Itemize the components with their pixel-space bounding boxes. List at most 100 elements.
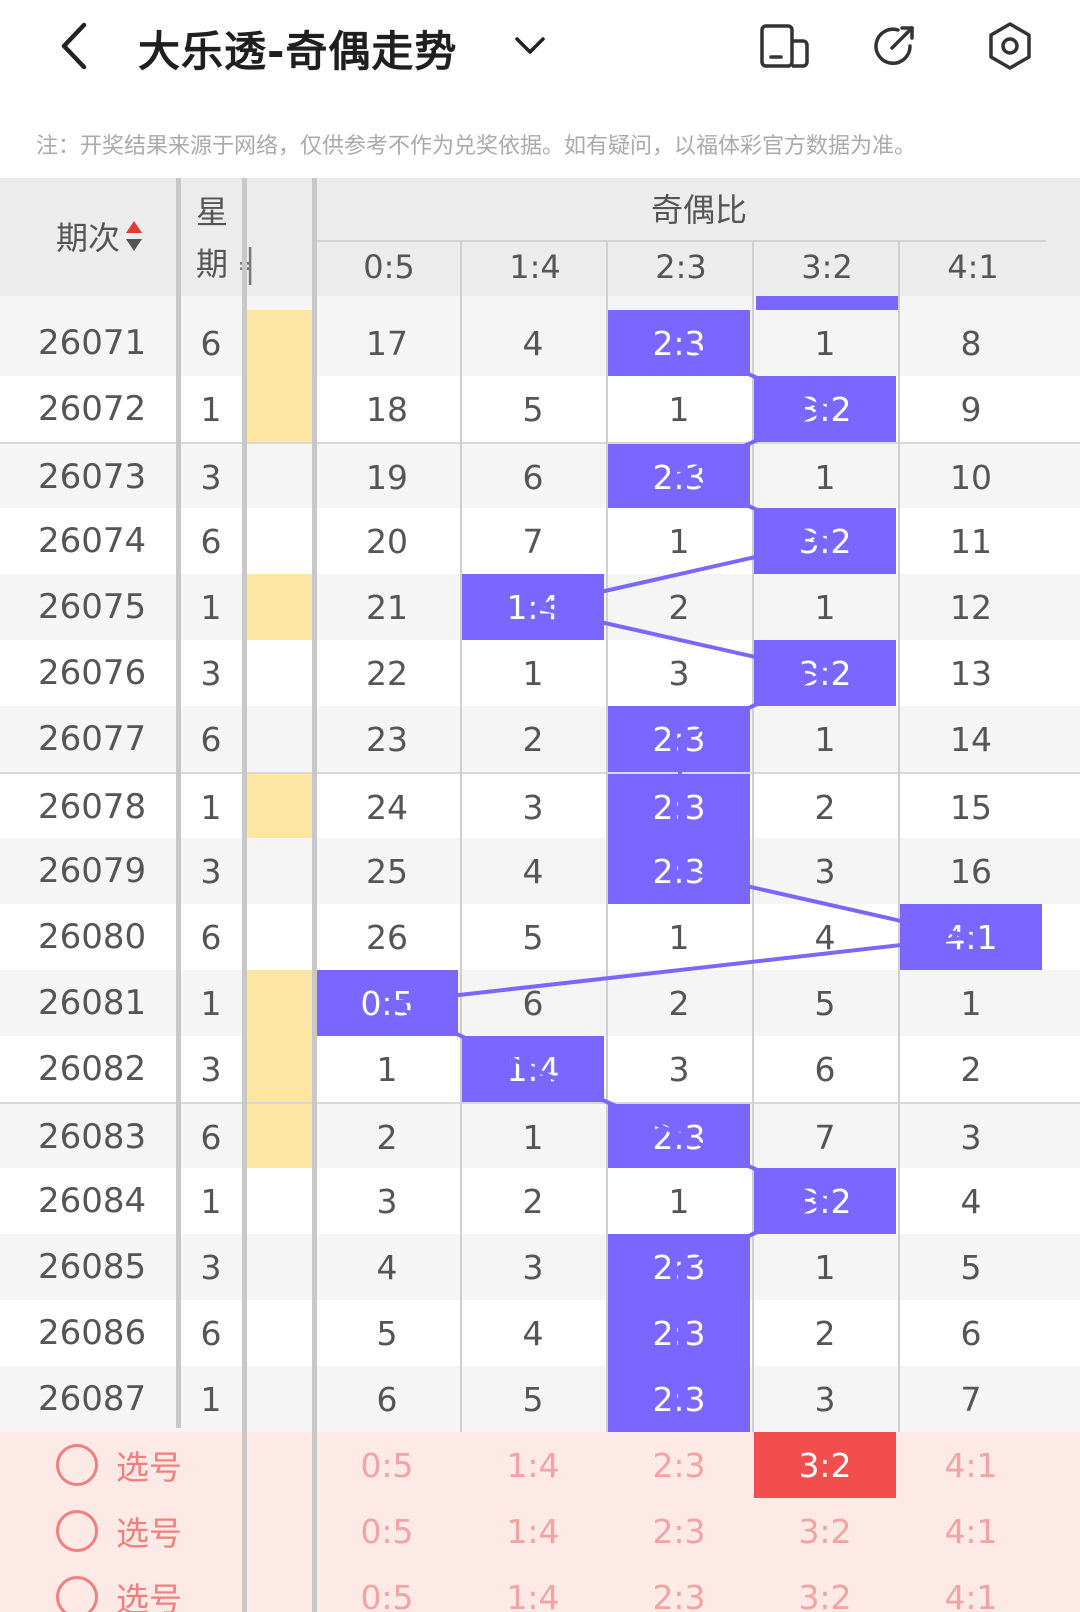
ratio-miss-cell: 4 <box>522 851 544 891</box>
ratio-hit-cell: 1:4 <box>462 1036 604 1102</box>
ratio-miss-cell: 4 <box>522 323 544 363</box>
radio-circle-icon[interactable] <box>56 1510 98 1552</box>
ratio-miss-cell: 23 <box>366 719 408 759</box>
issue-header-label: 期次 <box>55 219 120 257</box>
column-separator <box>606 240 608 1612</box>
week-cell: 6 <box>200 1313 222 1353</box>
back-button[interactable] <box>44 16 104 76</box>
ratio-hit-cell: 2:3 <box>608 444 750 510</box>
table-row: 26079 3 25 4 2:3 3 16 <box>0 838 1080 904</box>
ratio-miss-cell: 5 <box>376 1313 398 1353</box>
ratio-miss-cell: 1 <box>522 653 544 693</box>
ratio-hit-cell: 2:3 <box>608 1300 750 1366</box>
column-separator <box>460 240 462 1612</box>
ratio-miss-cell: 20 <box>366 521 408 561</box>
ratio-hit-cell: 2:3 <box>608 310 750 376</box>
hidden-column-cell <box>247 444 312 510</box>
pick-ratio-option[interactable]: 3:2 <box>754 1498 896 1564</box>
ratio-miss-cell: 2 <box>668 983 690 1023</box>
radio-circle-icon[interactable] <box>56 1444 98 1486</box>
ratio-miss-cell: 1 <box>376 1049 398 1089</box>
table-row: 26072 1 18 5 1 3:2 9 <box>0 376 1080 442</box>
table-row: 26087 1 6 5 2:3 3 7 <box>0 1366 1080 1432</box>
ratio-miss-cell: 2 <box>522 1181 544 1221</box>
ratio-miss-cell: 24 <box>366 787 408 827</box>
table-row: 26084 1 3 2 1 3:2 4 <box>0 1168 1080 1234</box>
ratio-miss-cell: 7 <box>960 1379 982 1419</box>
ratio-miss-cell: 5 <box>522 389 544 429</box>
ratio-miss-cell: 2 <box>376 1117 398 1157</box>
pick-ratio-option[interactable]: 2:3 <box>608 1498 750 1564</box>
issue-cell: 26075 <box>38 587 147 627</box>
ratio-miss-cell: 16 <box>950 851 992 891</box>
pick-selector[interactable]: 选号 <box>56 1498 226 1564</box>
issue-cell: 26073 <box>38 457 147 497</box>
hidden-column-cell <box>247 508 312 574</box>
hidden-column-cell <box>247 310 312 376</box>
ratio-miss-cell: 10 <box>950 457 992 497</box>
issue-cell: 26071 <box>38 323 147 363</box>
ratio-miss-cell: 8 <box>960 323 982 363</box>
issue-cell: 26079 <box>38 851 147 891</box>
issue-cell: 26085 <box>38 1247 147 1287</box>
ratio-miss-cell: 7 <box>814 1117 836 1157</box>
pick-ratio-option[interactable]: 4:1 <box>900 1564 1042 1612</box>
pick-ratio-option[interactable]: 2:3 <box>608 1564 750 1612</box>
week-cell: 3 <box>200 653 222 693</box>
ratio-miss-cell: 2 <box>668 587 690 627</box>
layout-toggle-button[interactable] <box>754 16 814 76</box>
ratio-miss-cell: 1 <box>668 917 690 957</box>
pick-ratio-option[interactable]: 1:4 <box>462 1564 604 1612</box>
ratio-miss-cell: 5 <box>814 983 836 1023</box>
issue-column-header[interactable]: 期次 <box>40 208 160 264</box>
ratio-miss-cell: 6 <box>376 1379 398 1419</box>
ratio-column-divider <box>312 178 317 1612</box>
pick-ratio-option[interactable]: 3:2 <box>754 1564 896 1612</box>
pick-ratio-option[interactable]: 1:4 <box>462 1432 604 1498</box>
ratio-miss-cell: 1 <box>814 587 836 627</box>
ratio-hit-cell: 2:3 <box>608 706 750 772</box>
column-separator <box>752 240 754 1612</box>
ratio-miss-cell: 5 <box>960 1247 982 1287</box>
pick-label: 选号 <box>116 1514 182 1553</box>
title-dropdown-button[interactable] <box>505 24 555 68</box>
ratio-hit-cell: 2:3 <box>608 1104 750 1170</box>
week-cell: 6 <box>200 323 222 363</box>
week-cell: 3 <box>200 457 222 497</box>
week-cell: 6 <box>200 917 222 957</box>
hidden-column-cell <box>247 774 312 840</box>
trend-table: 期次 星期 奇偶比 0:5 1:4 2:3 3:2 4:1 ╡ 26071 6 17 4 2:3… <box>0 178 1080 1612</box>
pick-ratio-option[interactable]: 4:1 <box>900 1498 1042 1564</box>
pick-ratio-option[interactable]: 3:2 <box>754 1432 896 1498</box>
pick-ratio-option[interactable]: 2:3 <box>608 1432 750 1498</box>
pick-ratio-option[interactable]: 1:4 <box>462 1498 604 1564</box>
share-button[interactable] <box>864 16 924 76</box>
column-separator <box>898 240 900 1612</box>
pick-selector[interactable]: 选号 <box>56 1564 226 1612</box>
ratio-miss-cell: 4 <box>376 1247 398 1287</box>
pick-ratio-option[interactable]: 4:1 <box>900 1432 1042 1498</box>
ratio-miss-cell: 3 <box>960 1117 982 1157</box>
radio-circle-icon[interactable] <box>56 1576 98 1612</box>
ratio-miss-cell: 12 <box>950 587 992 627</box>
pick-ratio-option[interactable]: 0:5 <box>316 1432 458 1498</box>
ratio-miss-cell: 1 <box>814 1247 836 1287</box>
table-row: 26075 1 21 1:4 2 1 12 <box>0 574 1080 640</box>
pick-ratio-option[interactable]: 0:5 <box>316 1564 458 1612</box>
ratio-miss-cell: 3 <box>814 851 836 891</box>
ratio-miss-cell: 1 <box>814 719 836 759</box>
share-icon <box>874 26 914 65</box>
ratio-miss-cell: 1 <box>814 457 836 497</box>
week-cell: 3 <box>200 1247 222 1287</box>
week-cell: 3 <box>200 1049 222 1089</box>
ratio-miss-cell: 17 <box>366 323 408 363</box>
table-row: 26073 3 19 6 2:3 1 10 <box>0 442 1080 510</box>
pick-selector[interactable]: 选号 <box>56 1432 226 1498</box>
pick-ratio-option[interactable]: 0:5 <box>316 1498 458 1564</box>
ratio-miss-cell: 22 <box>366 653 408 693</box>
ratio-hit-cell: 4:1 <box>900 904 1042 970</box>
ratio-hit-cell: 3:2 <box>754 508 896 574</box>
settings-button[interactable] <box>980 16 1040 76</box>
table-row: 26080 6 26 5 1 4 4:1 <box>0 904 1080 970</box>
ratio-miss-cell: 1 <box>522 1117 544 1157</box>
